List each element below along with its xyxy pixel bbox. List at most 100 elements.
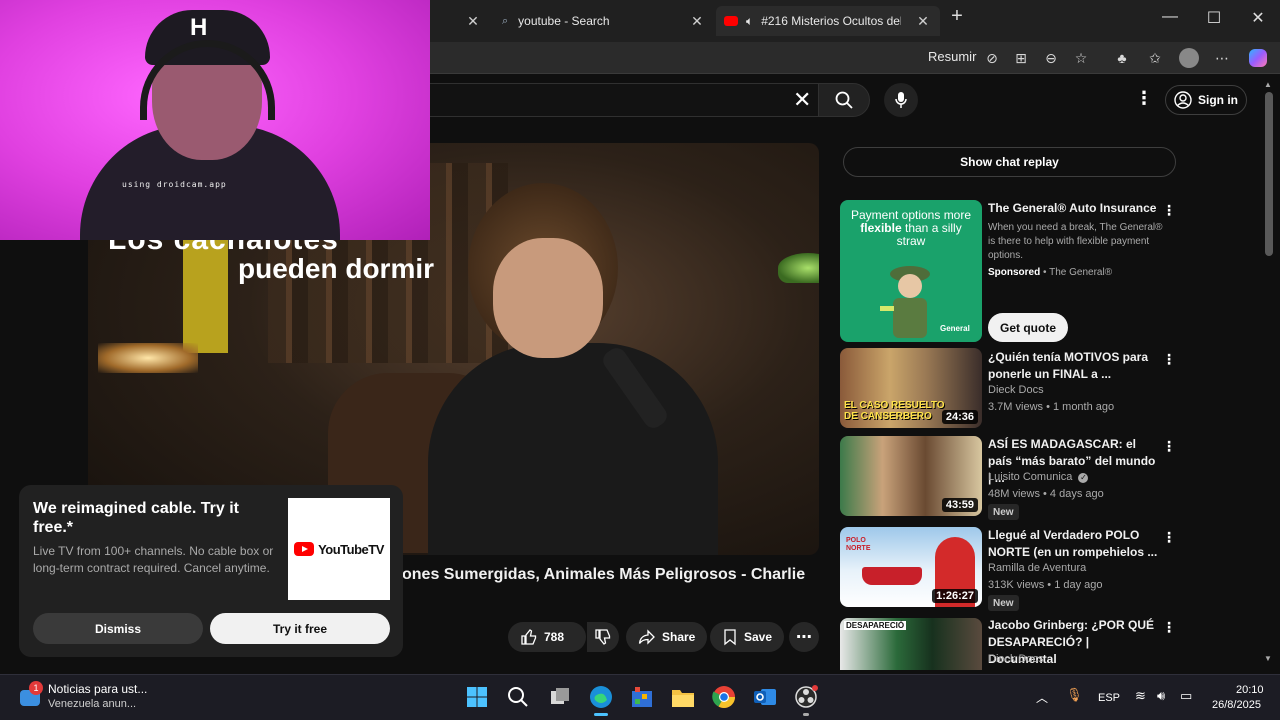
dislike-button[interactable] xyxy=(587,622,619,652)
video-title: ones Sumergidas, Animales Más Peligrosos… xyxy=(402,566,806,583)
language-indicator[interactable]: ESP xyxy=(1098,692,1120,704)
thumb-caption: DESAPARECIÓ xyxy=(844,621,907,630)
extensions-icon[interactable]: ♣ xyxy=(1110,46,1134,70)
volume-icon[interactable]: 🔊︎ xyxy=(1157,688,1165,704)
ad-thumb-brand: General xyxy=(940,324,970,333)
minimize-button[interactable]: — xyxy=(1155,8,1185,26)
channel-name: Luisito Comunica xyxy=(988,471,1073,483)
share-button[interactable]: Share xyxy=(626,622,708,652)
sponsored-label: Sponsored xyxy=(988,267,1041,278)
microphone-tray-icon[interactable]: 🎙︎ xyxy=(1066,687,1083,703)
copilot-summary-icon[interactable]: ⊘ xyxy=(980,46,1004,70)
video-channel-2[interactable]: Luisito Comunica ✓ xyxy=(988,469,1163,486)
copilot-icon[interactable] xyxy=(1246,46,1270,70)
ad-thumb-text: Payment options more flexible than a sil… xyxy=(850,209,972,248)
task-view-icon[interactable] xyxy=(547,684,573,710)
obs-app-icon[interactable] xyxy=(793,684,819,710)
new-badge: New xyxy=(988,504,1019,520)
windows-start-icon[interactable] xyxy=(464,684,490,710)
try-it-free-button[interactable]: Try it free xyxy=(210,613,390,644)
show-chat-replay-button[interactable]: Show chat replay xyxy=(843,147,1176,177)
cap-logo: H xyxy=(190,14,208,41)
like-button[interactable]: 788 xyxy=(508,622,586,652)
voice-search-button[interactable] xyxy=(884,83,918,117)
ad-title[interactable]: The General® Auto Insurance xyxy=(988,200,1158,217)
close-window-button[interactable]: ✕ xyxy=(1243,8,1273,28)
new-badge: New xyxy=(988,595,1019,611)
video-menu-icon[interactable]: ⋮ xyxy=(1162,438,1176,455)
outlook-icon[interactable] xyxy=(752,684,778,710)
favorite-star-icon[interactable]: ☆ xyxy=(1069,46,1093,70)
close-icon[interactable]: ✕ xyxy=(914,13,932,30)
video-duration: 24:36 xyxy=(941,410,978,424)
search-input[interactable] xyxy=(420,83,818,117)
share-label: Share xyxy=(662,630,696,644)
more-horizontal-icon: ⋯ xyxy=(796,629,812,646)
tab-video[interactable]: 🔈︎ #216 Misterios Ocultos del M ✕ xyxy=(716,6,940,36)
favorites-icon[interactable]: ✩ xyxy=(1143,46,1167,70)
wifi-icon[interactable]: ≋ xyxy=(1135,688,1146,704)
search-button[interactable] xyxy=(818,83,870,117)
search-icon xyxy=(835,91,853,109)
scroll-up-arrow[interactable]: ▲ xyxy=(1264,80,1272,89)
video-menu-icon[interactable]: ⋮ xyxy=(1162,529,1176,546)
taskbar-search-icon[interactable] xyxy=(505,684,531,710)
more-menu-icon[interactable]: ⋯ xyxy=(1210,46,1234,70)
edge-browser-icon[interactable] xyxy=(588,684,614,710)
clock-date[interactable]: 26/8/2025 xyxy=(1212,699,1261,711)
get-quote-button[interactable]: Get quote xyxy=(988,313,1068,342)
ad-menu-icon[interactable]: ⋮ xyxy=(1162,202,1176,219)
more-actions-button[interactable]: ⋯ xyxy=(789,622,819,652)
ad-thumb-text-bold: flexible xyxy=(860,221,902,235)
video-thumbnail-1[interactable]: EL CASO RESUELTO DE CANSERBERO 24:36 xyxy=(840,348,982,428)
youtube-play-icon xyxy=(294,542,315,556)
promo-description: Live TV from 100+ channels. No cable box… xyxy=(33,544,274,575)
bookmark-icon xyxy=(724,629,736,646)
new-tab-button[interactable]: + xyxy=(942,5,972,28)
zoom-icon[interactable]: ⊖ xyxy=(1039,46,1063,70)
video-title-3[interactable]: Llegué al Verdadero POLO NORTE (en un ro… xyxy=(988,527,1158,561)
close-icon[interactable]: ✕ xyxy=(688,13,706,30)
video-menu-icon[interactable]: ⋮ xyxy=(1162,619,1176,636)
video-thumbnail-2[interactable]: 43:59 xyxy=(840,436,982,516)
thumbs-down-icon xyxy=(595,629,611,645)
summarize-button[interactable]: Resumir xyxy=(928,49,976,64)
clear-search-icon[interactable]: ✕ xyxy=(793,87,811,113)
video-menu-icon[interactable]: ⋮ xyxy=(1162,351,1176,368)
video-channel-1[interactable]: Dieck Docs xyxy=(988,382,1163,399)
share-icon xyxy=(638,629,655,645)
scroll-down-arrow[interactable]: ▼ xyxy=(1264,654,1272,663)
store-app-icon[interactable] xyxy=(629,684,655,710)
tab-closed-partial[interactable]: ✕ xyxy=(430,6,490,36)
news-title: Noticias para ust... xyxy=(48,682,148,696)
speaker-icon[interactable]: 🔈︎ xyxy=(746,14,753,29)
ad-thumbnail[interactable]: Payment options more flexible than a sil… xyxy=(840,200,982,342)
clock-time[interactable]: 20:10 xyxy=(1236,684,1264,696)
video-thumbnail-3[interactable]: POLO NORTE 1:26:27 xyxy=(840,527,982,607)
close-icon[interactable]: ✕ xyxy=(464,13,482,30)
tab-youtube-search[interactable]: ⌕ youtube - Search ✕ xyxy=(494,6,714,36)
battery-icon[interactable]: ▭ xyxy=(1180,688,1192,704)
video-channel-4[interactable]: Dieck Docs xyxy=(988,651,1163,668)
dismiss-button[interactable]: Dismiss xyxy=(33,613,203,644)
thumbs-up-icon xyxy=(521,629,537,645)
profile-avatar-icon[interactable] xyxy=(1177,46,1201,70)
video-thumbnail-4[interactable]: DESAPARECIÓ xyxy=(840,618,982,670)
maximize-button[interactable]: ☐ xyxy=(1199,8,1229,28)
apps-icon[interactable]: ⊞ xyxy=(1009,46,1033,70)
ad-thumb-text-1: Payment options more xyxy=(850,208,972,222)
video-channel-3[interactable]: Ramilla de Aventura xyxy=(988,560,1163,577)
scrollbar-thumb[interactable] xyxy=(1265,92,1273,256)
news-widget[interactable]: 1 xyxy=(18,681,43,708)
active-app-indicator xyxy=(594,713,608,716)
save-button[interactable]: Save xyxy=(710,622,785,652)
mascot-figure xyxy=(880,266,930,338)
chrome-icon[interactable] xyxy=(711,684,737,710)
show-hidden-icons[interactable]: ︿ xyxy=(1036,689,1048,706)
sign-in-button[interactable]: Sign in xyxy=(1165,85,1247,115)
file-explorer-icon[interactable] xyxy=(670,684,696,710)
news-widget-text[interactable]: Noticias para ust... Venezuela anun... xyxy=(48,682,147,712)
video-duration: 43:59 xyxy=(941,498,978,512)
video-title-1[interactable]: ¿Quién tenía MOTIVOS para ponerle un FIN… xyxy=(988,349,1158,383)
settings-kebab-icon[interactable]: ⋮ xyxy=(1135,88,1153,109)
